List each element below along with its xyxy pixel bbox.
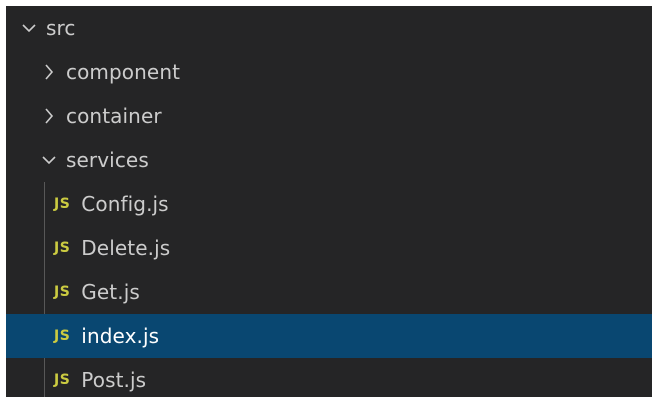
javascript-file-icon: JS bbox=[54, 284, 71, 300]
file-explorer: src component container services JS Conf… bbox=[6, 6, 652, 397]
tree-item-label: component bbox=[66, 60, 181, 84]
chevron-down-icon[interactable] bbox=[42, 148, 56, 172]
tree-item-services[interactable]: services bbox=[6, 138, 652, 182]
javascript-file-icon: JS bbox=[54, 372, 71, 388]
tree-item-get-js[interactable]: JS Get.js bbox=[6, 270, 652, 314]
javascript-file-icon: JS bbox=[54, 328, 71, 344]
tree-item-index-js[interactable]: JS index.js bbox=[6, 314, 652, 358]
tree-item-label: Post.js bbox=[81, 368, 147, 392]
tree-item-component[interactable]: component bbox=[6, 50, 652, 94]
tree-item-delete-js[interactable]: JS Delete.js bbox=[6, 226, 652, 270]
javascript-file-icon: JS bbox=[54, 240, 71, 256]
chevron-right-icon[interactable] bbox=[42, 104, 56, 128]
tree-item-label: container bbox=[66, 104, 162, 128]
tree-item-label: Delete.js bbox=[81, 236, 171, 260]
javascript-file-icon: JS bbox=[54, 196, 71, 212]
tree-item-label: services bbox=[66, 148, 149, 172]
tree-item-label: Get.js bbox=[81, 280, 140, 304]
tree-item-label: index.js bbox=[81, 324, 160, 348]
tree-item-container[interactable]: container bbox=[6, 94, 652, 138]
tree-item-src[interactable]: src bbox=[6, 6, 652, 50]
tree-item-post-js[interactable]: JS Post.js bbox=[6, 358, 652, 397]
chevron-down-icon[interactable] bbox=[22, 16, 36, 40]
tree-item-label: src bbox=[46, 16, 76, 40]
tree-item-label: Config.js bbox=[81, 192, 169, 216]
tree-item-config-js[interactable]: JS Config.js bbox=[6, 182, 652, 226]
chevron-right-icon[interactable] bbox=[42, 60, 56, 84]
